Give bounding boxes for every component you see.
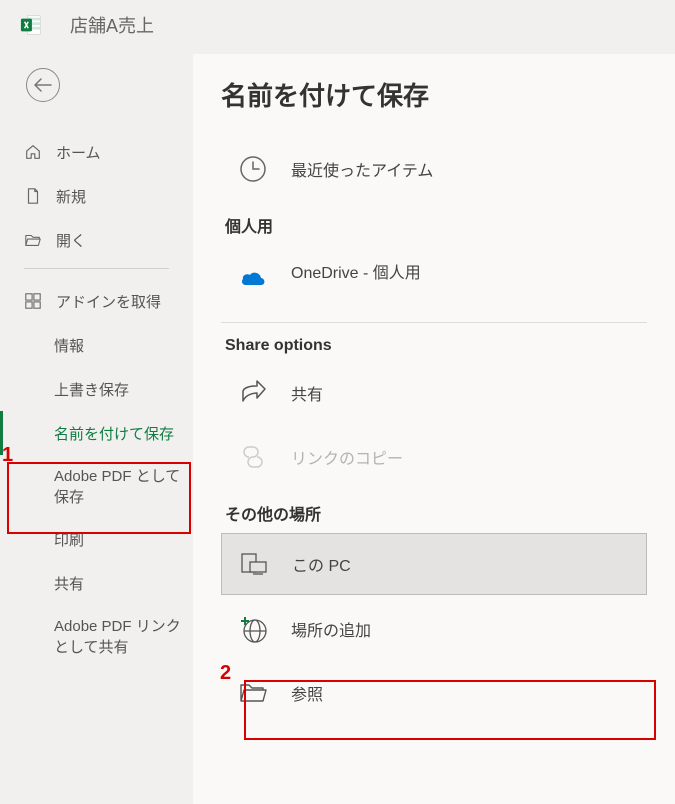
pc-icon xyxy=(238,548,270,580)
section-personal: 個人用 xyxy=(225,213,643,237)
section-other: その他の場所 xyxy=(225,501,643,525)
clock-icon xyxy=(237,153,269,185)
link-icon xyxy=(237,441,269,473)
addins-icon xyxy=(24,292,42,310)
location-share[interactable]: 共有 xyxy=(221,363,647,423)
divider xyxy=(24,268,169,269)
header: 店舗A売上 xyxy=(0,0,675,54)
onedrive-icon xyxy=(237,264,269,296)
onedrive-account-placeholder xyxy=(291,285,421,300)
divider xyxy=(221,322,647,323)
nav-save-as[interactable]: 名前を付けて保存 xyxy=(0,411,193,455)
location-label: OneDrive - 個人用 xyxy=(291,259,421,283)
nav-adobe-save[interactable]: Adobe PDF として保存 xyxy=(0,455,193,517)
location-recent[interactable]: 最近使ったアイテム xyxy=(221,139,647,199)
location-add-place[interactable]: 場所の追加 xyxy=(221,599,647,659)
location-label: この PC xyxy=(292,552,351,576)
nav-label: 名前を付けて保存 xyxy=(54,423,174,444)
annotation-1-label: 1 xyxy=(2,444,13,467)
page-title: 名前を付けて保存 xyxy=(221,76,647,113)
nav-save[interactable]: 上書き保存 xyxy=(0,367,193,411)
nav-label: ホーム xyxy=(56,142,101,163)
nav-label: 情報 xyxy=(54,335,84,356)
folder-icon xyxy=(237,677,269,709)
folder-open-icon xyxy=(24,231,42,249)
nav-label: 新規 xyxy=(56,186,86,207)
nav-share[interactable]: 共有 xyxy=(0,561,193,605)
main: 名前を付けて保存 最近使ったアイテム 個人用 OneDrive - 個人用 Sh… xyxy=(193,54,675,804)
location-label: 参照 xyxy=(291,681,323,705)
location-browse[interactable]: 参照 xyxy=(221,663,647,723)
location-label: 共有 xyxy=(291,381,323,405)
location-onedrive[interactable]: OneDrive - 個人用 xyxy=(221,245,647,314)
annotation-2-label: 2 xyxy=(220,662,231,685)
document-title: 店舗A売上 xyxy=(70,12,154,38)
nav-label: アドインを取得 xyxy=(56,291,161,312)
nav-addins[interactable]: アドインを取得 xyxy=(0,279,193,323)
share-icon xyxy=(237,377,269,409)
nav-label: Adobe PDF として保存 xyxy=(54,465,181,507)
location-label: 最近使ったアイテム xyxy=(291,157,433,181)
nav-label: 開く xyxy=(56,230,86,251)
nav-new[interactable]: 新規 xyxy=(0,174,193,218)
location-copy-link: リンクのコピー xyxy=(221,427,647,487)
nav-adobe-link[interactable]: Adobe PDF リンクとして共有 xyxy=(0,605,193,667)
location-this-pc[interactable]: この PC xyxy=(221,533,647,595)
nav-label: 共有 xyxy=(54,573,84,594)
document-icon xyxy=(24,187,42,205)
nav-home[interactable]: ホーム xyxy=(0,130,193,174)
section-share: Share options xyxy=(225,337,643,355)
add-place-icon xyxy=(237,613,269,645)
sidebar: ホーム 新規 開く アドインを取得 情報 上書き保存 xyxy=(0,54,193,804)
nav-info[interactable]: 情報 xyxy=(0,323,193,367)
nav-label: Adobe PDF リンクとして共有 xyxy=(54,615,181,657)
nav-label: 印刷 xyxy=(54,529,84,550)
back-button[interactable] xyxy=(26,68,60,102)
layout: ホーム 新規 開く アドインを取得 情報 上書き保存 xyxy=(0,54,675,804)
excel-icon xyxy=(20,14,42,36)
nav-label: 上書き保存 xyxy=(54,379,129,400)
home-icon xyxy=(24,143,42,161)
nav-print[interactable]: 印刷 xyxy=(0,517,193,561)
nav-open[interactable]: 開く xyxy=(0,218,193,262)
location-label: リンクのコピー xyxy=(291,445,403,469)
location-label: 場所の追加 xyxy=(291,617,371,641)
